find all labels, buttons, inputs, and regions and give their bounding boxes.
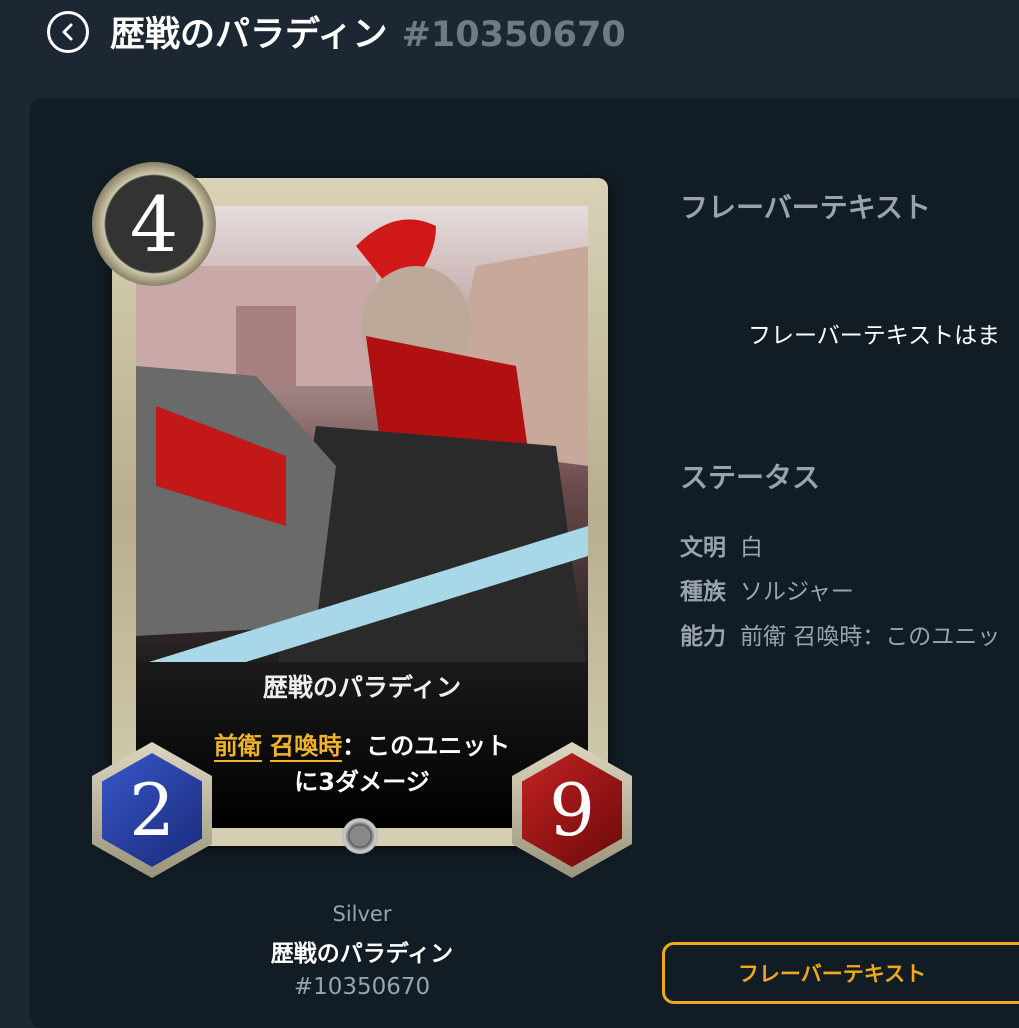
status-row-ability: 能力 前衛 召喚時：このユニッ bbox=[680, 617, 1000, 651]
cost-value: 4 bbox=[129, 179, 179, 269]
keyword-on-summon: 召喚時 bbox=[270, 732, 343, 762]
card-caption-name: 歴戦のパラディン bbox=[270, 941, 454, 967]
rarity-label: Silver bbox=[332, 902, 392, 926]
status-key: 能力 bbox=[680, 624, 726, 650]
card-artwork bbox=[136, 206, 588, 676]
ability-text-2: に3ダメージ bbox=[294, 768, 430, 796]
attack-value: 2 bbox=[129, 768, 175, 852]
status-heading: ステータス bbox=[680, 461, 821, 494]
back-button[interactable] bbox=[47, 11, 89, 53]
defense-value: 9 bbox=[549, 768, 595, 852]
page-title-text: 歴戦のパラディン bbox=[110, 15, 388, 55]
status-key: 種族 bbox=[680, 579, 726, 605]
keyword-vanguard: 前衛 bbox=[213, 732, 262, 762]
page-title: 歴戦のパラディン #10350670 bbox=[110, 6, 626, 57]
flavor-text: フレーバーテキストはま bbox=[748, 323, 1001, 349]
card-caption-id: #10350670 bbox=[293, 974, 431, 1000]
flavor-text-button[interactable]: フレーバーテキスト bbox=[662, 942, 1019, 1004]
header: 歴戦のパラディン #10350670 bbox=[0, 0, 1019, 80]
cost-gem: 4 bbox=[92, 162, 216, 286]
card-caption: Silver 歴戦のパラディン #10350670 bbox=[92, 902, 632, 1000]
status-value: 前衛 召喚時：このユニッ bbox=[740, 624, 1001, 650]
paladin-artwork-icon bbox=[136, 219, 588, 676]
status-value: ソルジャー bbox=[740, 579, 854, 605]
ability-text-1: ：このユニット bbox=[342, 732, 511, 760]
flavor-heading: フレーバーテキスト bbox=[680, 191, 931, 224]
rarity-emblem-icon bbox=[342, 818, 378, 854]
status-value: 白 bbox=[740, 535, 763, 561]
status-key: 文明 bbox=[680, 535, 726, 561]
status-row-civilization: 文明白 bbox=[680, 528, 763, 562]
card-image[interactable]: 歴戦のパラディン 前衛 召喚時：このユニット に3ダメージ 4 2 9 bbox=[92, 162, 632, 882]
page-title-id: #10350670 bbox=[401, 15, 626, 55]
chevron-left-icon bbox=[62, 23, 73, 41]
status-row-race: 種族 ソルジャー bbox=[680, 572, 854, 606]
card-name: 歴戦のパラディン bbox=[262, 673, 462, 702]
